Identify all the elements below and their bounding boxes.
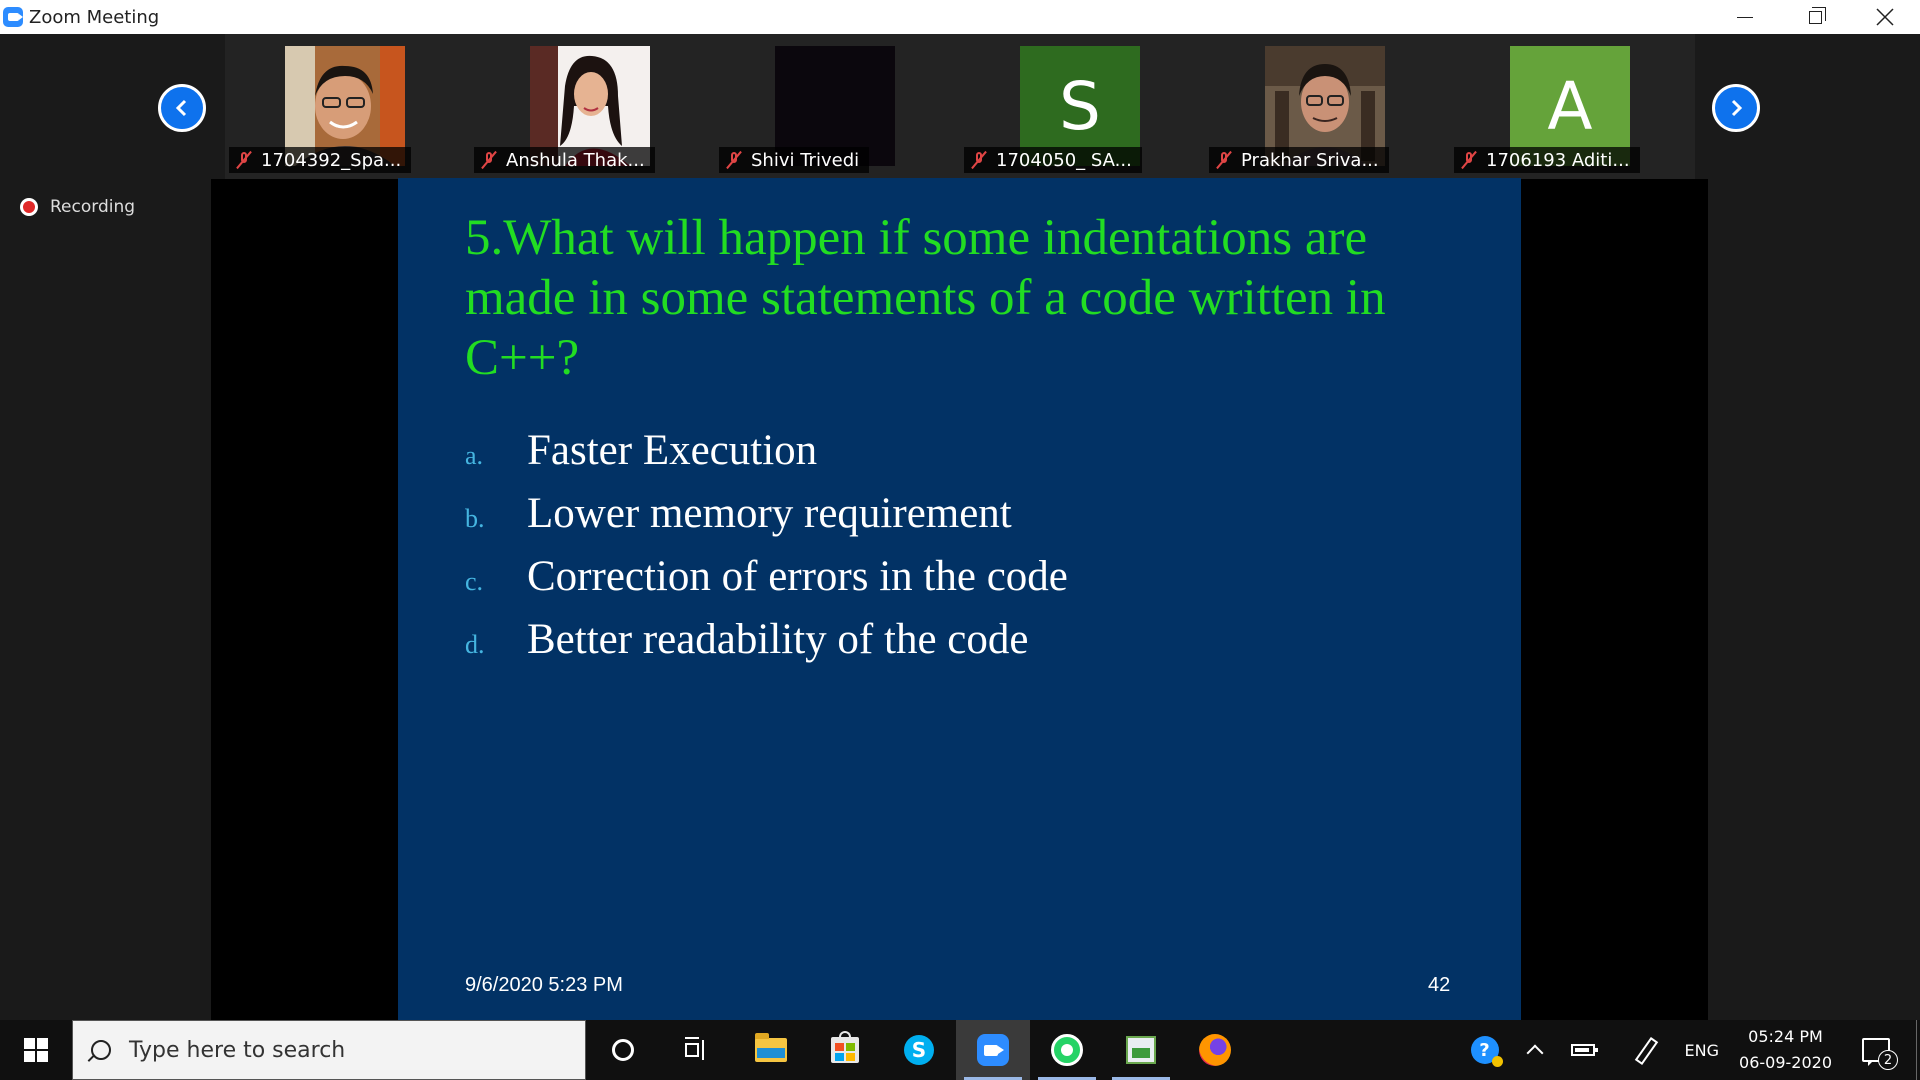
taskbar-clock[interactable]: 05:24 PM 06-09-2020 [1739, 1024, 1832, 1076]
slide-page-number: 42 [1428, 974, 1451, 996]
muted-mic-icon [235, 150, 253, 170]
participant-tile[interactable]: A 1706193 Aditi... [1450, 34, 1694, 179]
close-button[interactable] [1850, 0, 1920, 34]
windows-logo-icon [24, 1038, 48, 1062]
slide-question: 5.What will happen if some indentations … [465, 210, 1386, 386]
clock-time: 05:24 PM [1748, 1027, 1823, 1046]
option-text: Lower memory requirement [527, 490, 1012, 537]
muted-mic-icon [970, 150, 988, 170]
language-indicator[interactable]: ENG [1685, 1041, 1719, 1060]
option-letter: a. [465, 441, 484, 470]
microsoft-store-icon [831, 1031, 859, 1063]
participant-namebar: 1706193 Aditi... [1454, 147, 1640, 173]
participant-tile[interactable]: Prakhar Sriva... [1205, 34, 1449, 179]
file-explorer-icon [755, 1033, 787, 1062]
participant-name: 1704050_ SA... [996, 149, 1132, 171]
window-title-bar: Zoom Meeting [0, 0, 1920, 34]
participant-name: Prakhar Sriva... [1241, 149, 1379, 171]
participant-tile[interactable]: Shivi Trivedi [715, 34, 959, 179]
zoom-icon [977, 1034, 1009, 1066]
muted-mic-icon [480, 150, 498, 170]
participant-namebar: Prakhar Sriva... [1209, 147, 1389, 173]
help-icon[interactable]: ? [1470, 1036, 1503, 1067]
gallery-next-button[interactable] [1712, 84, 1760, 132]
action-center-button[interactable]: 2 [1862, 1038, 1898, 1070]
participant-name: Shivi Trivedi [751, 149, 860, 171]
slide-datestamp: 9/6/2020 5:23 PM [465, 974, 623, 996]
participant-namebar: Shivi Trivedi [719, 147, 870, 173]
participant-tile[interactable]: 1704392_Spa... [225, 34, 469, 179]
slide-options: a. Faster Execution b. Lower memory requ… [465, 426, 1068, 678]
recording-indicator[interactable]: Recording [20, 197, 135, 217]
show-hidden-icons-button[interactable] [1526, 1044, 1544, 1062]
window-title: Zoom Meeting [29, 6, 160, 28]
whatsapp-button[interactable] [1030, 1020, 1104, 1080]
paint-icon [1126, 1036, 1156, 1064]
search-placeholder: Type here to search [129, 1037, 346, 1063]
muted-mic-icon [725, 150, 743, 170]
cortana-icon [612, 1039, 634, 1061]
minimize-icon [1737, 16, 1753, 18]
muted-mic-icon [1460, 150, 1478, 170]
show-desktop-button[interactable] [1916, 1020, 1920, 1080]
option-item: d. Better readability of the code [465, 615, 1068, 678]
participant-namebar: 1704392_Spa... [229, 147, 412, 173]
participant-name: 1706193 Aditi... [1486, 149, 1630, 171]
firefox-button[interactable] [1178, 1020, 1252, 1080]
participant-namebar: 1704050_ SA... [964, 147, 1142, 173]
search-icon [91, 1040, 111, 1060]
skype-icon: S [904, 1035, 934, 1065]
recording-label: Recording [50, 197, 136, 217]
muted-mic-icon [1215, 150, 1233, 170]
taskbar-search-box[interactable]: Type here to search [72, 1020, 586, 1080]
microsoft-store-button[interactable] [808, 1020, 882, 1080]
battery-icon[interactable] [1570, 1044, 1598, 1056]
task-view-button[interactable] [660, 1020, 734, 1080]
option-letter: b. [465, 504, 485, 533]
chevron-left-icon [175, 99, 187, 117]
whatsapp-icon [1051, 1034, 1083, 1066]
chevron-right-icon [1731, 99, 1743, 117]
window-controls [1710, 0, 1920, 34]
restore-button[interactable] [1780, 0, 1850, 34]
restore-icon [1808, 6, 1826, 24]
option-letter: c. [465, 567, 484, 596]
participant-tile[interactable]: S 1704050_ SA... [960, 34, 1204, 179]
notification-count-badge: 2 [1878, 1050, 1898, 1070]
task-view-icon [685, 1037, 709, 1060]
system-tray: ? ENG 05:24 PM 06-09-2020 2 [1470, 1020, 1920, 1080]
participant-tile[interactable]: Anshula Thak... [470, 34, 714, 179]
skype-button[interactable]: S [882, 1020, 956, 1080]
start-button[interactable] [0, 1020, 72, 1080]
option-item: c. Correction of errors in the code [465, 552, 1068, 615]
windows-taskbar: Type here to search S ? ENG 05:24 PM 06-… [0, 1020, 1920, 1080]
option-letter: d. [465, 630, 485, 659]
participant-namebar: Anshula Thak... [474, 147, 655, 173]
participant-name: 1704392_Spa... [261, 149, 402, 171]
presentation-slide: 5.What will happen if some indentations … [398, 178, 1521, 1020]
option-item: b. Lower memory requirement [465, 489, 1068, 552]
firefox-icon [1199, 1034, 1231, 1066]
clock-date: 06-09-2020 [1739, 1053, 1832, 1072]
option-text: Better readability of the code [527, 616, 1029, 663]
file-explorer-button[interactable] [734, 1020, 808, 1080]
minimize-button[interactable] [1710, 0, 1780, 34]
zoom-app-icon [3, 7, 23, 27]
cortana-button[interactable] [586, 1020, 660, 1080]
option-text: Faster Execution [527, 427, 818, 474]
close-icon [1876, 8, 1894, 26]
option-text: Correction of errors in the code [527, 553, 1068, 600]
gallery-strip: 1704392_Spa... Anshula Thak... Shivi Tri… [225, 34, 1695, 179]
paint-button[interactable] [1104, 1020, 1178, 1080]
participant-name: Anshula Thak... [506, 149, 645, 171]
gallery-prev-button[interactable] [158, 84, 206, 132]
pen-icon[interactable] [1633, 1039, 1655, 1061]
recording-dot-icon [20, 198, 38, 216]
zoom-taskbar-button[interactable] [956, 1020, 1030, 1080]
option-item: a. Faster Execution [465, 426, 1068, 489]
